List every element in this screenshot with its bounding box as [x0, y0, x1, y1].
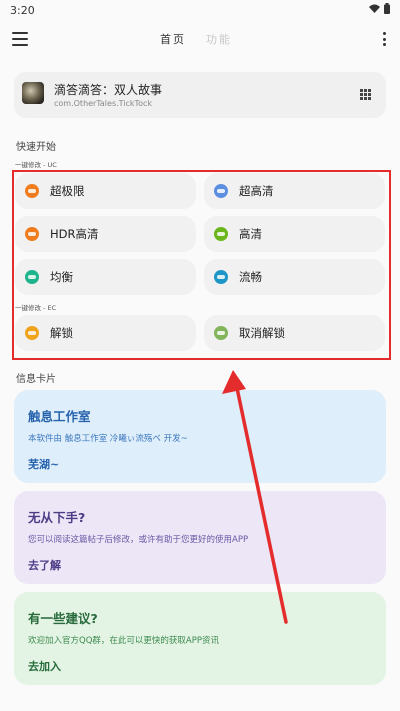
app-package: com.OtherTales.TickTock [54, 99, 153, 108]
battery-icon [384, 3, 390, 14]
card-title: 无从下手? [28, 510, 86, 525]
card-action[interactable]: 去了解 [28, 557, 61, 573]
tab-functions[interactable]: 功能 [206, 31, 232, 47]
card-desc: 本软件由 触息工作室 冷曦ぃ流殇ベ 开发~ [28, 434, 188, 444]
app-bar: 首页 功能 [0, 24, 400, 56]
help-card[interactable]: 无从下手? 您可以阅读这篇帖子后修改，或许有助于您更好的使用APP 去了解 [14, 491, 386, 584]
more-options-icon[interactable] [382, 32, 386, 46]
feedback-card[interactable]: 有一些建议? 欢迎加入官方QQ群，在此可以更快的获取APP资讯 去加入 [14, 592, 386, 685]
wifi-icon [369, 4, 380, 13]
highlight-box [12, 170, 391, 360]
menu-icon[interactable] [12, 32, 28, 46]
card-title: 有一些建议? [28, 611, 98, 626]
grid-icon[interactable] [360, 89, 371, 100]
card-desc: 欢迎加入官方QQ群，在此可以更快的获取APP资讯 [28, 636, 219, 646]
app-name: 滴答滴答：双人故事 [54, 83, 163, 97]
card-action[interactable]: 芜湖~ [28, 456, 59, 472]
tab-home[interactable]: 首页 [160, 31, 186, 47]
card-action[interactable]: 去加入 [28, 658, 61, 674]
card-desc: 您可以阅读这篇帖子后修改，或许有助于您更好的使用APP [28, 535, 249, 545]
group-uc-label: 一键修改 - UC [15, 161, 57, 169]
status-time: 3:20 [10, 4, 35, 17]
quick-start-title: 快速开始 [16, 142, 56, 153]
system-icons [369, 3, 390, 14]
card-title: 触息工作室 [28, 409, 91, 424]
target-app-card[interactable]: 滴答滴答：双人故事 com.OtherTales.TickTock [14, 72, 386, 118]
app-logo [22, 82, 44, 104]
top-tabs: 首页 功能 [160, 31, 232, 47]
studio-card[interactable]: 触息工作室 本软件由 触息工作室 冷曦ぃ流殇ベ 开发~ 芜湖~ [14, 390, 386, 483]
status-bar: 3:20 [0, 0, 400, 22]
info-section-title: 信息卡片 [16, 374, 56, 385]
